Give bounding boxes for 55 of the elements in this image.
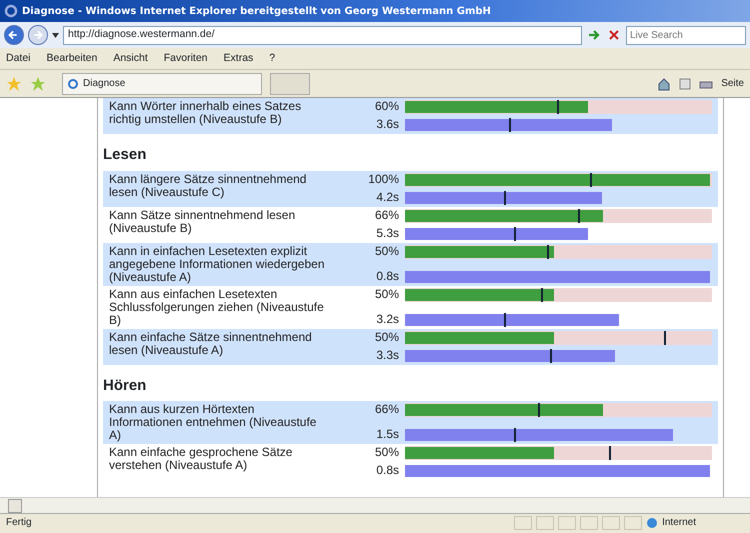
time-value: 0.8s	[375, 464, 399, 478]
time-value: 5.3s	[375, 226, 399, 240]
menu-item[interactable]: Extras	[224, 50, 254, 66]
browser-logo-icon	[4, 4, 18, 18]
status-panel	[602, 516, 620, 530]
forward-button[interactable]	[28, 25, 48, 45]
time-value: 3.3s	[375, 348, 399, 362]
status-text: Fertig	[6, 516, 32, 530]
skill-label: Kann einfache Sätze sinnentnehmend lesen (Niveaustufe A)	[108, 330, 313, 358]
security-zone: Internet	[662, 516, 696, 530]
skill-label: Kann längere Sätze sinnentnehmend lesen (Niveaustufe C)	[108, 172, 308, 200]
time-value: 1.5s	[375, 428, 399, 442]
status-panel	[624, 516, 642, 530]
scroll-left-button[interactable]	[8, 498, 22, 512]
status-panel	[580, 516, 598, 530]
menu-item[interactable]: Bearbeiten	[46, 50, 98, 66]
score-value: 50%	[374, 244, 399, 258]
status-panel	[558, 516, 576, 530]
window-title: Diagnose - Windows Internet Explorer bereitgestellt von Georg Westermann GmbH	[22, 6, 491, 16]
dropdown-arrow-icon[interactable]	[52, 32, 59, 38]
home-icon[interactable]	[657, 76, 672, 90]
globe-icon	[646, 516, 658, 528]
skill-label: Kann aus kurzen Hörtexten Informationen entnehmen (Niveaustufe A)	[108, 403, 318, 442]
section-heading: Lesen	[103, 145, 148, 165]
score-value: 60%	[374, 100, 399, 114]
section-heading: Hören	[103, 376, 148, 396]
time-value: 3.2s	[375, 312, 399, 326]
skill-label: Kann Sätze sinnentnehmend lesen (Niveaustufe B)	[108, 208, 296, 236]
time-value: 3.6s	[375, 118, 399, 132]
status-panel	[514, 516, 532, 530]
time-value: 0.8s	[375, 270, 399, 284]
skill-label: Kann in einfachen Lesetexten explizit angegebene Informationen wiedergeben (Niveaustufe A)	[108, 244, 326, 284]
browser-logo-icon	[67, 78, 79, 90]
menu-item[interactable]: Ansicht	[113, 50, 148, 66]
add-star-icon[interactable]	[30, 76, 46, 92]
page-menu[interactable]: Seite	[721, 76, 744, 91]
skill-label: Kann Wörter innerhalb eines Satzes richtig umstellen (Niveaustufe B)	[108, 100, 302, 128]
menu-item[interactable]: Datei	[6, 50, 31, 66]
score-value: 50%	[374, 330, 399, 344]
menu-item[interactable]: Favoriten	[164, 50, 208, 66]
time-value: 4.2s	[375, 190, 399, 204]
browser-tab[interactable]: Diagnose	[62, 72, 262, 94]
score-value: 66%	[374, 403, 399, 417]
score-value: 100%	[367, 172, 399, 186]
back-button[interactable]	[4, 25, 24, 45]
star-icon[interactable]	[6, 76, 22, 92]
skill-label: Kann einfache gesprochene Sätze verstehen (Niveaustufe A)	[108, 446, 294, 474]
status-panel	[536, 516, 554, 530]
skill-label: Kann aus einfachen Lesetexten Schlussfolgerungen ziehen (Niveaustufe B)	[108, 288, 325, 326]
search-field[interactable]: Live Search	[626, 26, 746, 44]
score-value: 50%	[374, 288, 399, 302]
score-value: 50%	[374, 446, 399, 460]
score-value: 66%	[374, 208, 399, 222]
address-field[interactable]: http://diagnose.westermann.de/	[63, 26, 582, 44]
menu-item[interactable]: ?	[269, 50, 276, 66]
